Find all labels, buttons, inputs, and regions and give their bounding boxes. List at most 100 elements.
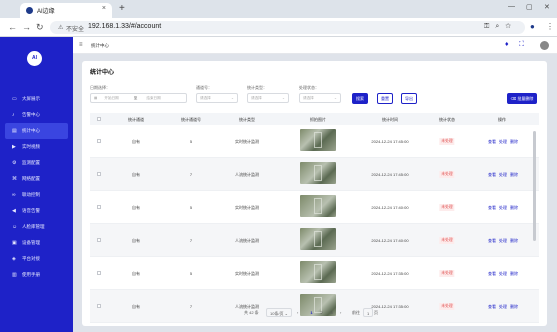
status-badge: 未处理 [439, 237, 455, 244]
channel-label: 通道号： [196, 85, 212, 90]
close-window-icon[interactable]: ✕ [544, 3, 550, 11]
sidebar-item-8[interactable]: ☺ 人脸库管理 [0, 219, 73, 235]
sidebar-item-0[interactable]: ▭ 大屏展示 [0, 91, 73, 107]
status-badge: 未处理 [439, 270, 455, 277]
back-icon[interactable]: ← [8, 22, 17, 32]
fullscreen-icon[interactable]: ⛶ [519, 41, 524, 49]
row-checkbox[interactable] [97, 238, 101, 242]
row-checkbox[interactable] [97, 139, 101, 143]
cell-type: 实时统计监测 [235, 271, 259, 276]
status-badge: 未处理 [439, 171, 455, 178]
browser-tab[interactable]: AI边缘 × [20, 3, 112, 18]
handle-link[interactable]: 处理 [499, 238, 507, 243]
snapshot-image[interactable] [300, 129, 336, 151]
sidebar-item-11[interactable]: ▥ 使用手册 [0, 267, 73, 283]
view-link[interactable]: 查看 [488, 271, 496, 276]
status-select[interactable]: 请选择 ⌄ [299, 93, 341, 103]
more-menu-icon[interactable]: ⋮ [546, 22, 554, 31]
sidebar-item-3[interactable]: ▶ 实时视频 [0, 139, 73, 155]
col-ops: 操作 [498, 117, 506, 122]
platform-icon: ◈ [12, 256, 16, 262]
chevron-down-icon: ⌄ [333, 96, 337, 100]
delete-link[interactable]: 删除 [510, 238, 518, 243]
snapshot-image[interactable] [300, 228, 336, 250]
handle-link[interactable]: 处理 [499, 172, 507, 177]
page-3[interactable]: 3 [328, 308, 335, 317]
cell-channel-no: 7 [189, 172, 193, 177]
search-button[interactable]: 搜索 [352, 93, 368, 104]
export-button[interactable]: 导出 [401, 93, 417, 104]
row-checkbox[interactable] [97, 271, 101, 275]
avatar[interactable] [540, 41, 549, 50]
date-range-input[interactable]: ▦ 开始日期 至 结束日期 [90, 93, 187, 103]
goto-input[interactable]: 1 [363, 308, 374, 317]
speaker-icon: ◀ [12, 208, 16, 214]
page-size-select[interactable]: 10条/页 ⌄ [266, 308, 293, 317]
sidebar-item-2[interactable]: ▤ 统计中心 [5, 123, 68, 139]
handle-link[interactable]: 处理 [499, 205, 507, 210]
prev-page-icon[interactable]: ‹ [297, 308, 298, 317]
calendar-icon: ▦ [94, 96, 98, 100]
select-all-checkbox[interactable] [97, 117, 101, 121]
snapshot-image[interactable] [300, 162, 336, 184]
url-action-icons[interactable]: ⚿⌕☆ [484, 23, 517, 31]
sidebar-item-5[interactable]: ⌘ 网络配置 [0, 171, 73, 187]
sidebar-item-4[interactable]: ⚙ 监测配置 [0, 155, 73, 171]
view-link[interactable]: 查看 [488, 238, 496, 243]
maximize-icon[interactable]: ▢ [526, 3, 533, 11]
delete-link[interactable]: 删除 [510, 172, 518, 177]
menu-toggle-icon[interactable]: ≡ [79, 42, 83, 48]
handle-link[interactable]: 处理 [499, 271, 507, 276]
col-image: 抓拍图片 [310, 117, 326, 122]
delete-link[interactable]: 删除 [510, 139, 518, 144]
sidebar-item-label: 联动控制 [22, 192, 40, 197]
sidebar-item-6[interactable]: ∞ 联动控制 [0, 187, 73, 203]
reset-button[interactable]: 重置 [377, 93, 393, 104]
forward-icon[interactable]: → [22, 22, 31, 32]
snapshot-image[interactable] [300, 261, 336, 283]
view-link[interactable]: 查看 [488, 172, 496, 177]
row-checkbox[interactable] [97, 172, 101, 176]
new-tab-icon[interactable]: + [119, 3, 125, 14]
type-select[interactable]: 请选择 ⌄ [247, 93, 289, 103]
batch-delete-button[interactable]: ⌫ 批量删除 [507, 93, 537, 104]
handle-link[interactable]: 处理 [499, 139, 507, 144]
minimize-icon[interactable]: — [508, 3, 515, 10]
url-input[interactable]: ⚠ 不安全 192.168.1.33/#/account ⚿⌕☆ [50, 21, 525, 34]
cell-channel-no: 5 [189, 205, 193, 210]
table-header: 统计通道 统计通道号 统计类型 抓拍图片 统计时间 统计状态 操作 [90, 113, 539, 125]
page-1[interactable]: 1 [308, 308, 315, 317]
status-label: 处理状态： [299, 85, 319, 90]
delete-link[interactable]: 删除 [510, 205, 518, 210]
cell-channel: 自有 [132, 238, 140, 243]
sidebar-item-7[interactable]: ◀ 语音告警 [0, 203, 73, 219]
cell-channel: 自有 [132, 271, 140, 276]
view-link[interactable]: 查看 [488, 139, 496, 144]
view-link[interactable]: 查看 [488, 205, 496, 210]
profile-icon[interactable]: ● [530, 22, 535, 31]
sidebar-item-9[interactable]: ▣ 设备管理 [0, 235, 73, 251]
channel-select[interactable]: 请选择 ⌄ [196, 93, 238, 103]
sidebar-item-label: 大屏展示 [22, 96, 40, 101]
reload-icon[interactable]: ↻ [36, 22, 44, 33]
snapshot-image[interactable] [300, 195, 336, 217]
cell-time: 2024-12-24 17:45:00 [371, 139, 409, 144]
settings-icon: ⚙ [12, 160, 17, 166]
channel-placeholder: 请选择 [200, 96, 211, 100]
status-badge: 未处理 [439, 204, 455, 211]
table-scrollbar[interactable] [533, 131, 536, 241]
row-actions: 查看 处理 删除 [488, 205, 521, 211]
cell-type: 人流统计监测 [235, 238, 259, 243]
sidebar-item-1[interactable]: ♪ 告警中心 [0, 107, 73, 123]
goto-label: 前往 [352, 310, 360, 315]
tab-close-icon[interactable]: × [102, 5, 106, 12]
delete-link[interactable]: 删除 [510, 271, 518, 276]
page-2[interactable]: 2 [318, 308, 325, 317]
col-status: 统计状态 [439, 117, 455, 122]
date-label: 日期选择： [90, 85, 110, 90]
notification-icon[interactable]: ♦ [505, 41, 509, 48]
row-checkbox[interactable] [97, 205, 101, 209]
sidebar-item-10[interactable]: ◈ 平台对接 [0, 251, 73, 267]
next-page-icon[interactable]: › [340, 308, 341, 317]
address-bar-row: ← → ↻ ⚠ 不安全 192.168.1.33/#/account ⚿⌕☆ ●… [0, 18, 557, 37]
